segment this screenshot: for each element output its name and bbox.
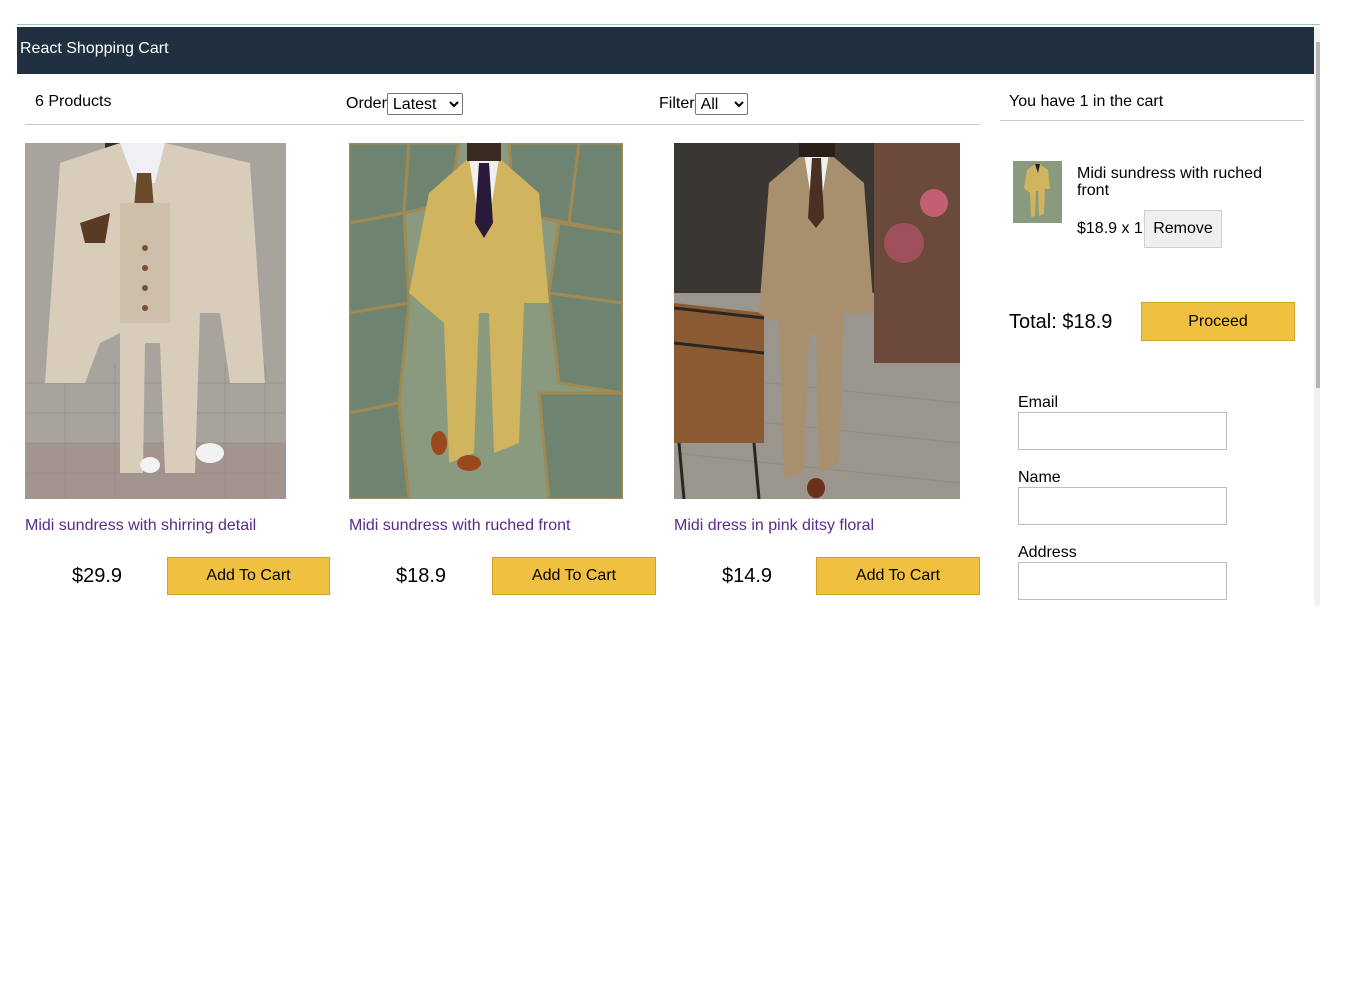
mustard-suit-thumbnail [1013,161,1062,223]
add-to-cart-button[interactable]: Add To Cart [816,557,980,595]
add-to-cart-button[interactable]: Add To Cart [492,557,656,595]
product-image[interactable] [674,143,960,499]
product-title[interactable]: Midi dress in pink ditsy floral [674,517,994,535]
email-field[interactable] [1018,412,1227,450]
name-label: Name [1018,469,1061,486]
filter-control: Filter All [659,93,748,115]
product-title[interactable]: Midi sundress with ruched front [349,517,669,535]
beige-suit-photo [25,143,286,499]
order-select[interactable]: Latest [386,93,463,115]
product-image[interactable] [349,143,623,499]
filter-label: Filter [659,95,695,113]
filter-bar: 6 Products Order Latest Filter All [25,82,980,125]
order-label: Order [346,95,387,113]
email-label: Email [1018,394,1059,411]
brown-suit-photo [674,143,960,499]
product-price: $29.9 [72,565,123,587]
cart-item-qty: $18.9 x 1 [1077,220,1143,237]
cart-item: Midi sundress with ruched front $18.9 x … [1013,161,1293,251]
product-price: $18.9 [396,565,447,587]
address-field[interactable] [1018,562,1227,600]
order-control: Order Latest [346,93,463,115]
cart-total: Total: $18.9 [1009,311,1113,333]
proceed-button[interactable]: Proceed [1141,302,1295,341]
filter-select[interactable]: All [694,93,748,115]
name-field[interactable] [1018,487,1227,525]
cart-item-image [1013,161,1062,223]
cart-count-text: You have 1 in the cart [1009,93,1164,110]
cart-header: You have 1 in the cart [1000,82,1304,121]
add-to-cart-button[interactable]: Add To Cart [167,557,330,595]
product-title[interactable]: Midi sundress with shirring detail [25,517,345,535]
product-price: $14.9 [722,565,773,587]
cart-item-name: Midi sundress with ruched front [1077,165,1262,199]
product-count: 6 Products [35,93,112,110]
address-label: Address [1018,544,1077,561]
vertical-scrollbar-thumb[interactable] [1316,42,1320,388]
brand-link[interactable]: React Shopping Cart [20,40,169,58]
mustard-suit-photo [349,143,623,499]
top-border [17,24,1320,25]
app-header: React Shopping Cart [17,27,1314,74]
remove-button[interactable]: Remove [1144,210,1222,248]
product-image[interactable] [25,143,286,499]
